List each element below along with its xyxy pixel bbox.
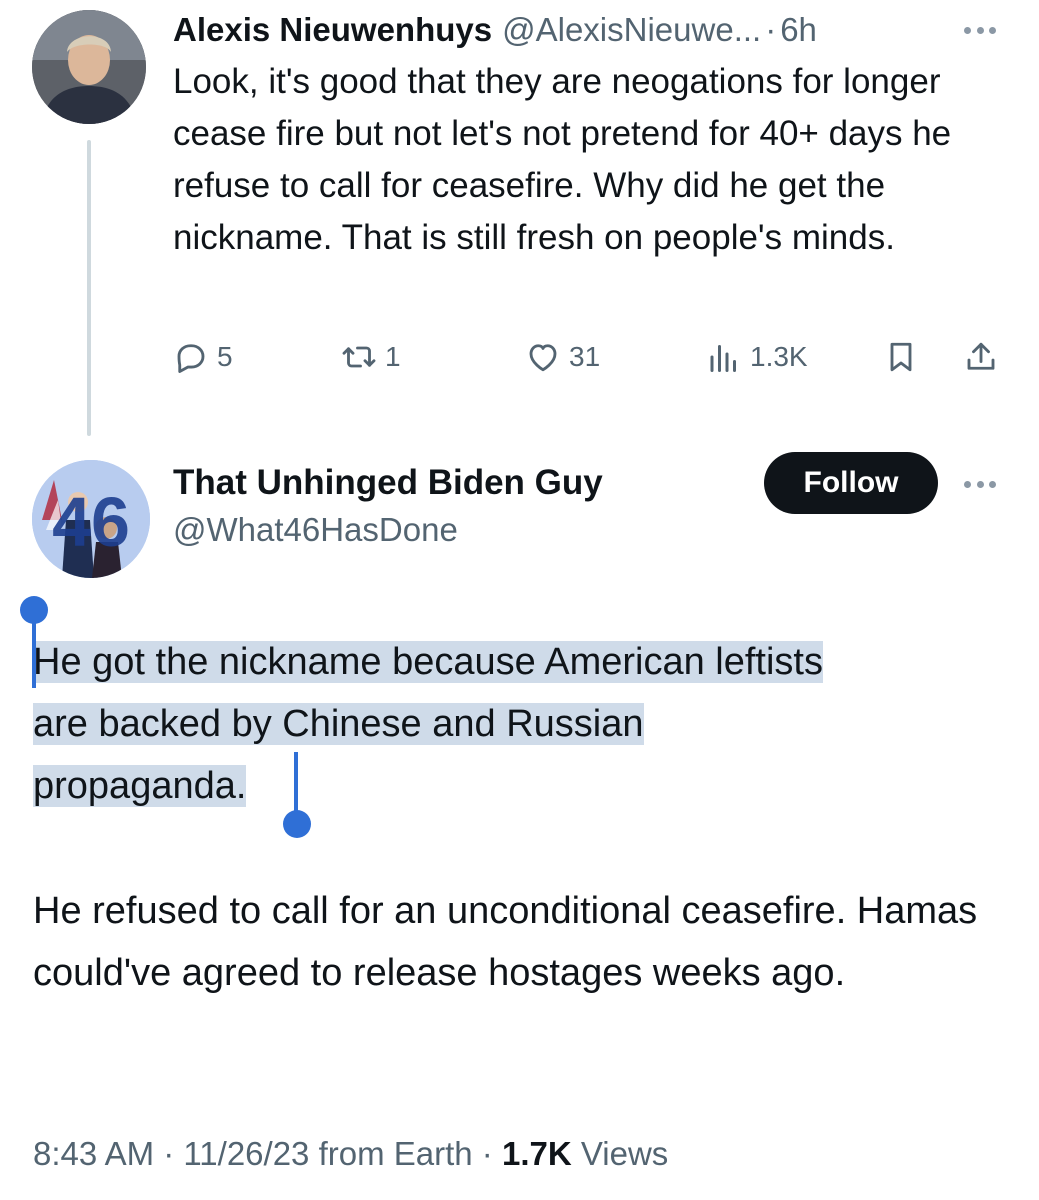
avatar[interactable]: 46 — [32, 460, 150, 578]
like-icon — [529, 344, 557, 372]
avatar[interactable] — [32, 10, 146, 124]
selected-line: propaganda. — [33, 765, 247, 807]
selected-line: are backed by Chinese and Russian — [33, 703, 644, 745]
retweet-button[interactable]: 1 — [341, 332, 401, 382]
reply-count: 5 — [217, 341, 233, 372]
handle[interactable]: @AlexisNieuwe... — [502, 8, 761, 52]
share-icon — [967, 342, 995, 370]
reply-tweet[interactable]: Alexis Nieuwenhuys @AlexisNieuwe... · 6h… — [0, 0, 1039, 440]
tweet-date[interactable]: 11/26/23 — [183, 1135, 309, 1172]
display-name[interactable]: That Unhinged Biden Guy — [173, 460, 603, 506]
views-label: Views — [571, 1135, 669, 1172]
follow-button[interactable]: Follow — [764, 452, 938, 514]
avatar-text: 46 — [52, 483, 130, 561]
tweet-metadata: 8:43 AM · 11/26/23 from Earth · 1.7K Vie… — [33, 1130, 668, 1178]
views-button[interactable]: 1.3K — [706, 332, 808, 382]
display-name[interactable]: Alexis Nieuwenhuys — [173, 8, 492, 52]
views-count[interactable]: 1.7K — [502, 1135, 572, 1172]
retweet-icon — [342, 346, 376, 368]
share-button[interactable] — [963, 332, 1007, 382]
views-icon — [710, 345, 736, 372]
thread-connector-line — [87, 140, 91, 436]
tweet-text[interactable]: He refused to call for an unconditional … — [33, 880, 993, 1004]
like-button[interactable]: 31 — [525, 332, 600, 382]
tweet-thread-page: Alexis Nieuwenhuys @AlexisNieuwe... · 6h… — [0, 0, 1039, 1200]
tweet-text: Look, it's good that they are neogations… — [173, 62, 952, 257]
like-count: 31 — [569, 341, 601, 372]
separator: · — [765, 11, 777, 48]
selection-end-handle[interactable] — [283, 810, 311, 838]
separator: · — [472, 1135, 502, 1172]
bookmark-icon — [890, 342, 912, 372]
more-icon[interactable] — [958, 474, 1002, 494]
action-bar: 5 1 31 1.3K — [173, 332, 1013, 382]
bookmark-button[interactable] — [883, 332, 927, 382]
retweet-count: 1 — [385, 341, 401, 372]
tweet-text-selected[interactable]: He got the nickname because American lef… — [33, 631, 993, 817]
tweet-time[interactable]: 8:43 AM — [33, 1135, 154, 1172]
reply-button[interactable]: 5 — [173, 332, 233, 382]
handle[interactable]: @What46HasDone — [173, 508, 458, 552]
tweet-source: from Earth — [309, 1135, 473, 1172]
selected-line: He got the nickname because American lef… — [33, 641, 823, 683]
timestamp[interactable]: 6h — [780, 8, 817, 52]
reply-icon — [177, 344, 205, 373]
separator: · — [154, 1135, 184, 1172]
reply-header: Alexis Nieuwenhuys @AlexisNieuwe... · 6h — [173, 8, 817, 52]
more-icon[interactable] — [958, 20, 1002, 40]
main-tweet[interactable]: 46 That Unhinged Biden Guy @What46HasDon… — [0, 440, 1039, 1200]
selection-start-caret — [32, 620, 36, 688]
views-count: 1.3K — [750, 341, 808, 372]
selection-end-caret — [294, 752, 298, 818]
